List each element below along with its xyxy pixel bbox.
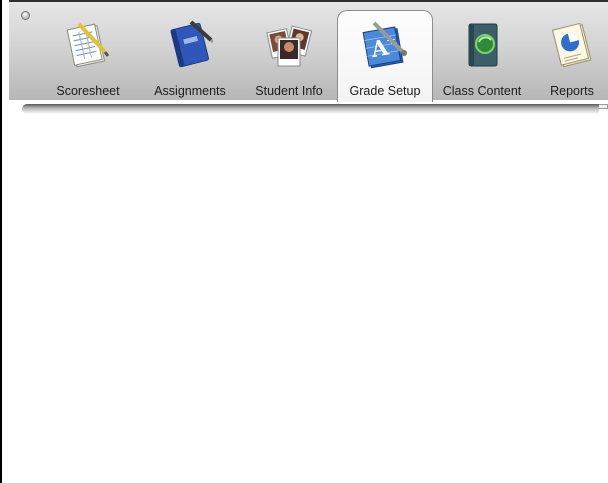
tab-grade-setup[interactable]: A + Grade Setup (337, 10, 433, 102)
tab-assignments[interactable]: Assignments (139, 10, 241, 102)
tab-label: Reports (550, 84, 594, 98)
reports-pie-icon (552, 22, 592, 68)
tab-reports[interactable]: Reports (533, 10, 608, 102)
content-area (9, 118, 608, 483)
assignments-notebook-icon (170, 20, 213, 68)
grade-setup-icon: A + (362, 21, 407, 69)
toolbar-shadow (22, 104, 599, 114)
tab-label: Student Info (255, 84, 323, 98)
window-left-border (0, 0, 2, 483)
tab-bar: Scoresheet Assignments Student Info A Gr… (9, 2, 608, 102)
student-photos-icon (266, 25, 312, 67)
tab-label: Grade Setup (349, 84, 421, 98)
tab-label: Class Content (442, 84, 522, 98)
class-content-icon (468, 23, 498, 67)
toolbar: Scoresheet Assignments Student Info A Gr… (9, 0, 608, 102)
tab-student-info[interactable]: Student Info (243, 10, 335, 102)
tab-class-content[interactable]: Class Content (435, 10, 529, 102)
tab-label: Assignments (154, 84, 226, 98)
tab-scoresheet[interactable]: Scoresheet (39, 10, 137, 102)
tab-label: Scoresheet (56, 84, 120, 98)
scoresheet-icon (66, 22, 110, 68)
